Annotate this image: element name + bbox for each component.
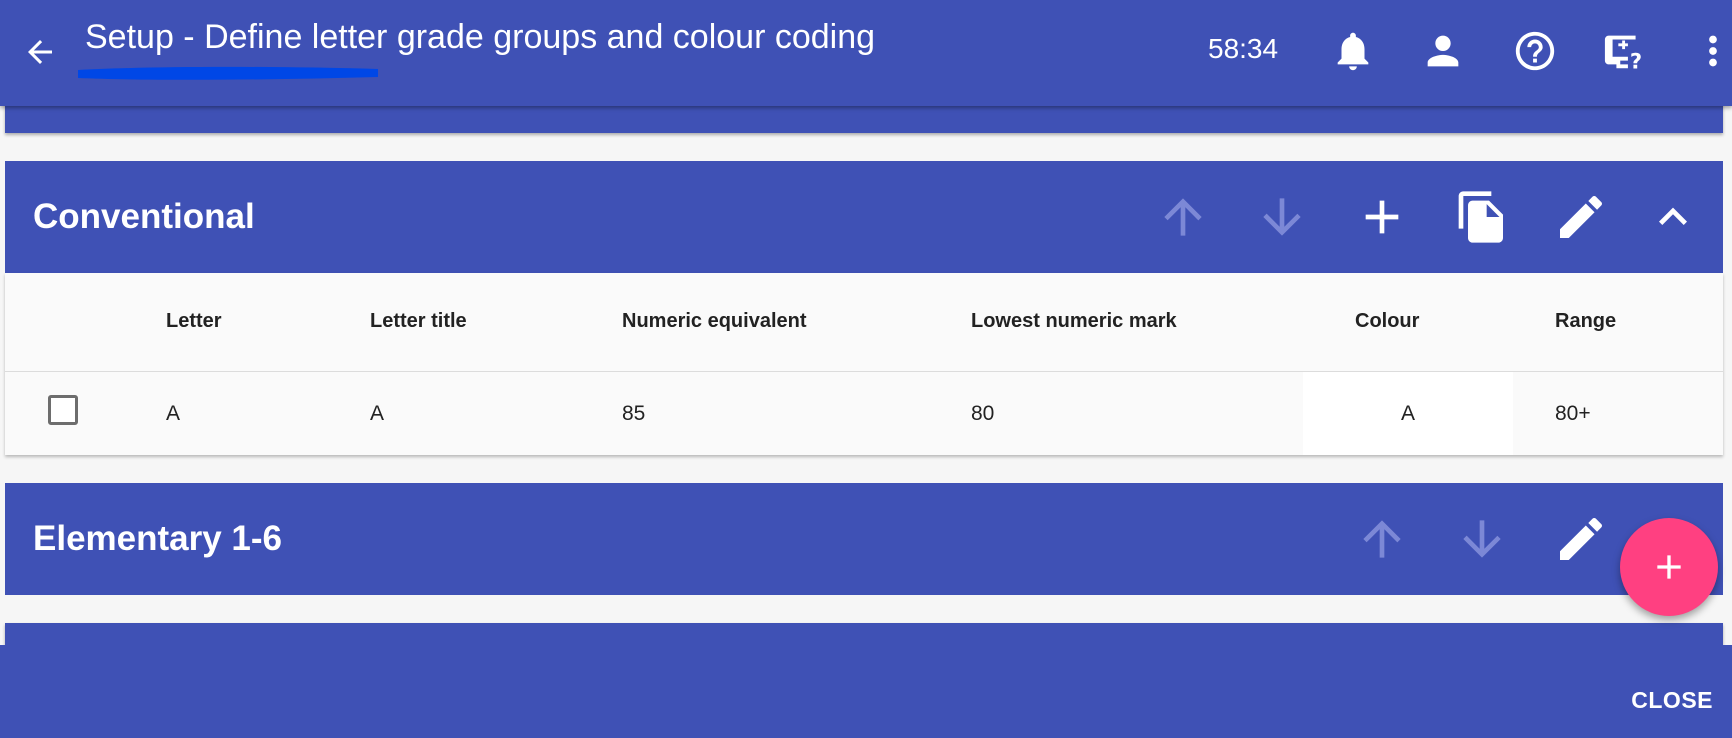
page-title: Setup - Define letter grade groups and c… [85, 18, 876, 56]
grade-table: Letter Letter title Numeric equivalent L… [5, 273, 1723, 455]
monitor-help-icon[interactable]: ? [1603, 28, 1649, 74]
table-row[interactable]: A A 85 80 A 80+ [5, 372, 1723, 455]
app-bar: Setup - Define letter grade groups and c… [0, 0, 1732, 106]
copy-icon[interactable] [1454, 189, 1510, 245]
svg-text:?: ? [1630, 48, 1642, 73]
collapse-icon[interactable] [1645, 189, 1701, 245]
move-down-icon[interactable] [1254, 189, 1310, 245]
cell-lowest-numeric-mark: 80 [971, 402, 995, 425]
edit-icon[interactable] [1553, 189, 1609, 245]
group-header-elementary[interactable]: Elementary 1-6 [5, 483, 1723, 595]
move-down-icon[interactable] [1454, 511, 1510, 567]
highlight-scribble [78, 66, 378, 80]
back-arrow-icon[interactable] [22, 34, 58, 70]
table-header: Letter Letter title Numeric equivalent L… [5, 273, 1723, 372]
bell-icon[interactable] [1330, 28, 1376, 74]
cell-letter: A [166, 402, 181, 425]
dialog-footer: CLOSE [0, 645, 1732, 738]
cell-range: 80+ [1555, 402, 1591, 425]
cell-colour-swatch[interactable]: A [1303, 372, 1513, 455]
group-name: Conventional [33, 197, 255, 236]
close-button[interactable]: CLOSE [1631, 687, 1713, 714]
add-icon [1657, 555, 1681, 579]
person-icon[interactable] [1420, 28, 1466, 74]
move-up-icon[interactable] [1354, 511, 1410, 567]
edit-icon[interactable] [1553, 511, 1609, 567]
add-group-fab[interactable] [1620, 518, 1718, 616]
add-icon[interactable] [1354, 189, 1410, 245]
group-header-conventional[interactable]: Conventional [5, 161, 1723, 273]
cell-letter-title: A [370, 402, 385, 425]
move-up-icon[interactable] [1155, 189, 1211, 245]
column-header-colour[interactable]: Colour [1355, 273, 1419, 369]
column-header-letter-title[interactable]: Letter title [370, 273, 467, 369]
column-header-range[interactable]: Range [1555, 273, 1616, 369]
session-timer: 58:34 [1208, 33, 1279, 64]
help-circle-icon[interactable] [1512, 28, 1558, 74]
group-name: Elementary 1-6 [33, 519, 283, 558]
column-header-letter[interactable]: Letter [166, 273, 222, 369]
column-header-numeric-equivalent[interactable]: Numeric equivalent [622, 273, 807, 369]
cell-numeric-equivalent: 85 [622, 402, 646, 425]
column-header-lowest-numeric-mark[interactable]: Lowest numeric mark [971, 273, 1177, 369]
more-vert-icon[interactable] [1690, 28, 1732, 74]
row-checkbox[interactable] [48, 395, 78, 425]
